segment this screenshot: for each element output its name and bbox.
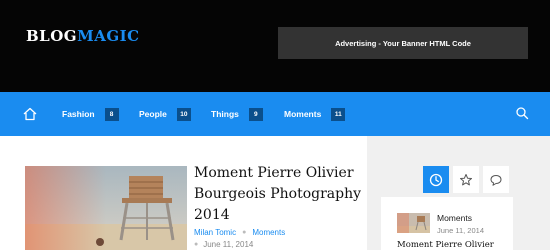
star-icon <box>460 173 472 185</box>
nav-item-fashion[interactable]: Fashion 8 <box>62 92 119 136</box>
post-date: June 11, 2014 <box>203 240 254 249</box>
nav-item-count: 10 <box>176 107 191 121</box>
search-icon[interactable] <box>515 106 529 120</box>
tab-popular[interactable] <box>453 166 479 193</box>
site-header: BLOGMAGIC Advertising - Your Banner HTML… <box>0 0 550 92</box>
sidebar-item-date: June 11, 2014 <box>437 226 484 235</box>
sidebar-tabs <box>423 166 509 193</box>
nav-item-things[interactable]: Things 9 <box>211 92 263 136</box>
tab-comments[interactable] <box>483 166 509 193</box>
comment-icon <box>490 174 502 186</box>
nav-item-label: Moments <box>284 109 322 119</box>
post-category[interactable]: Moments <box>252 228 285 237</box>
logo-part-b: MAGIC <box>77 27 140 45</box>
clock-icon <box>429 173 443 186</box>
nav-item-people[interactable]: People 10 <box>139 92 191 136</box>
nav-item-label: Things <box>211 109 239 119</box>
home-icon[interactable] <box>22 106 38 122</box>
nav-item-moments[interactable]: Moments 11 <box>284 92 346 136</box>
ad-banner[interactable]: Advertising - Your Banner HTML Code <box>278 27 528 59</box>
sidebar-item-category[interactable]: Moments <box>437 213 472 223</box>
sidebar-item-thumbnail[interactable] <box>397 213 430 233</box>
logo-part-a: BLOG <box>26 27 78 45</box>
nav-item-count: 8 <box>104 107 119 121</box>
site-logo[interactable]: BLOGMAGIC <box>26 27 140 45</box>
nav-item-label: Fashion <box>62 109 95 119</box>
post-date-row: ● June 11, 2014 <box>194 240 253 249</box>
post-thumbnail[interactable] <box>25 166 187 250</box>
post-title[interactable]: Moment Pierre Olivier Bourgeois Photogra… <box>194 163 364 226</box>
post-author[interactable]: Milan Tomic <box>194 228 236 237</box>
sidebar-item-title[interactable]: Moment Pierre Olivier <box>397 240 494 250</box>
nav-item-label: People <box>139 109 167 119</box>
meta-separator-icon: ● <box>242 229 247 236</box>
nav-item-count: 9 <box>248 107 263 121</box>
nav-item-count: 11 <box>331 107 346 121</box>
ad-banner-text: Advertising - Your Banner HTML Code <box>335 38 471 48</box>
tab-recent[interactable] <box>423 166 449 193</box>
post-meta: Milan Tomic ● Moments <box>194 228 285 237</box>
main-nav: Fashion 8 People 10 Things 9 Moments 11 <box>0 92 550 136</box>
meta-separator-icon: ● <box>194 241 199 248</box>
